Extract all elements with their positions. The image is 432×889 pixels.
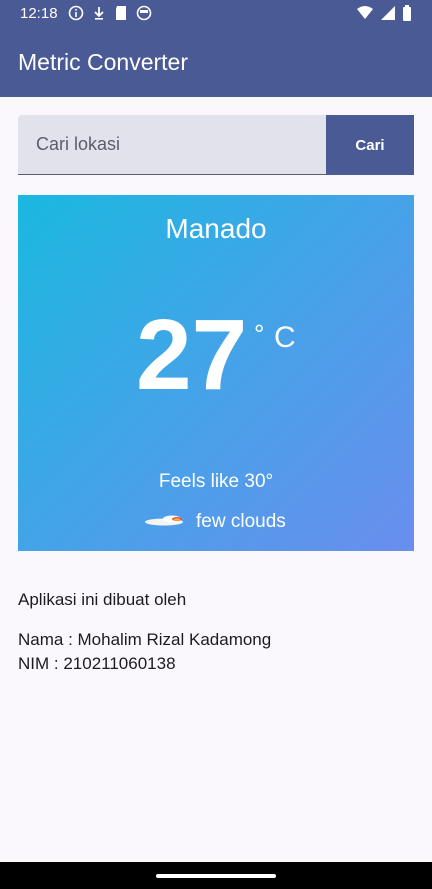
status-time: 12:18 — [20, 5, 58, 22]
home-gesture-handle[interactable] — [156, 874, 276, 878]
app-title: Metric Converter — [18, 49, 188, 75]
credit-nim: NIM : 210211060138 — [18, 654, 176, 673]
condition-text: few clouds — [196, 511, 286, 532]
search-location-input[interactable] — [18, 115, 326, 175]
condition-row: few clouds — [144, 511, 286, 533]
navigation-bar — [0, 862, 432, 889]
info-icon — [68, 5, 84, 26]
download-icon — [92, 5, 106, 26]
search-button[interactable]: Cari — [326, 115, 414, 175]
battery-icon — [402, 5, 412, 26]
few-clouds-icon — [144, 511, 186, 533]
temperature-value: 27 — [136, 299, 248, 411]
credit-intro: Aplikasi ini dibuat oleh — [18, 590, 187, 609]
weather-card: Manado 27 ° C Feels like 30° few clouds — [18, 195, 414, 551]
degree-symbol: ° — [254, 319, 265, 349]
temperature-unit: C — [274, 321, 296, 354]
status-bar: 12:18 — [0, 0, 432, 28]
wifi-icon — [356, 5, 374, 26]
app-bar: Metric Converter — [0, 28, 432, 97]
status-notification-icons — [68, 5, 152, 26]
credit-section: Aplikasi ini dibuat oleh Nama : Mohalim … — [18, 588, 271, 676]
signal-icon — [380, 5, 396, 26]
credit-name: Nama : Mohalim Rizal Kadamong — [18, 630, 272, 649]
city-name: Manado — [165, 213, 267, 244]
feels-like: Feels like 30° — [158, 471, 274, 492]
sd-card-icon — [114, 5, 128, 26]
face-icon — [136, 5, 152, 26]
status-system-icons — [356, 5, 412, 26]
